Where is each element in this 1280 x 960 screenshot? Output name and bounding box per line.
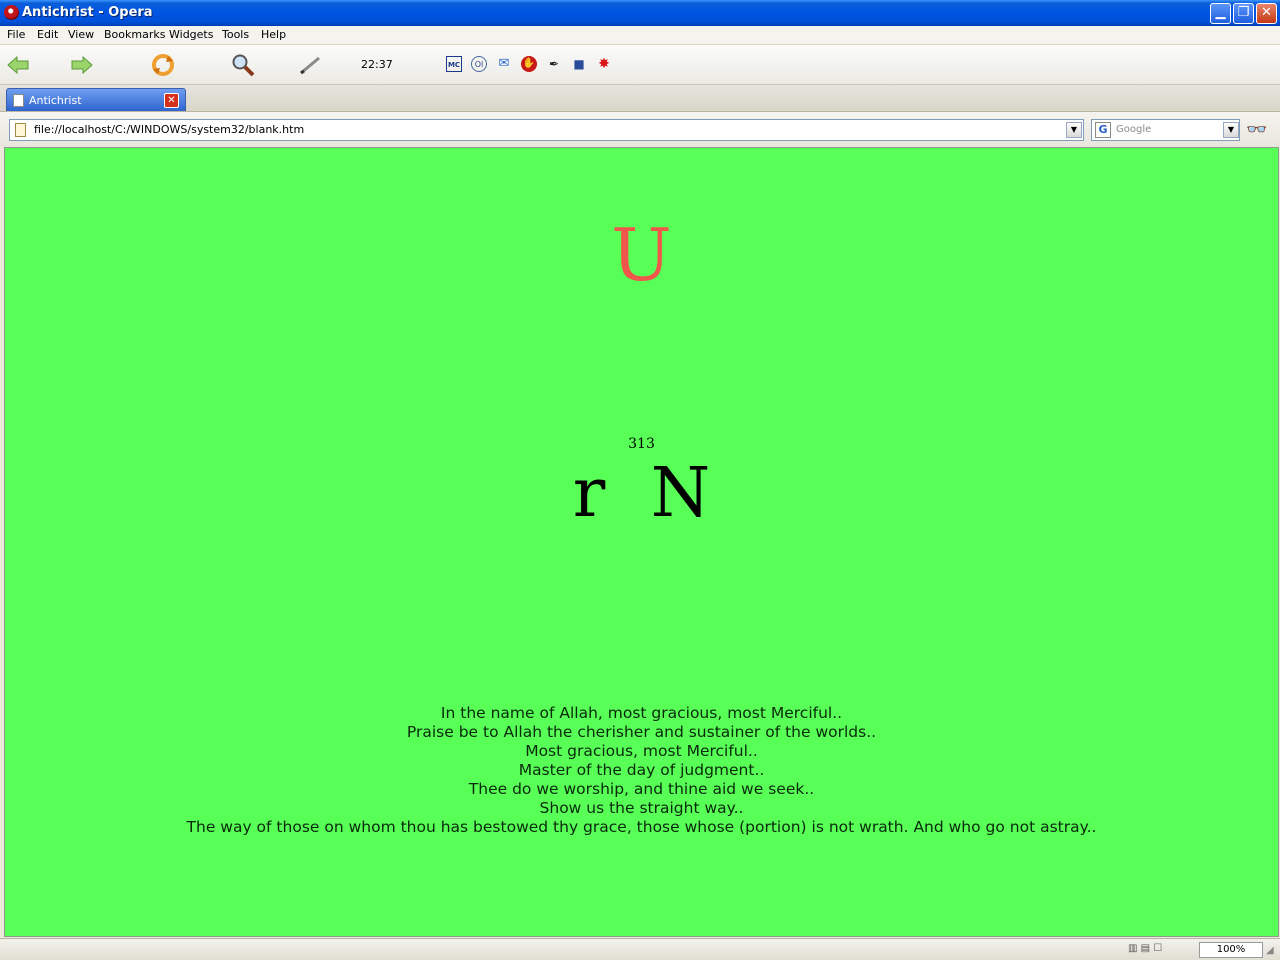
clock: 22:37 [361, 58, 393, 71]
tab-bar: Antichrist ✕ [0, 85, 1280, 112]
verse-line: The way of those on whom thou has bestow… [186, 818, 1097, 836]
back-arrow-icon[interactable] [6, 53, 30, 77]
mc-icon[interactable]: MC [446, 56, 462, 72]
number-label: 313 [628, 436, 655, 452]
page-icon [13, 94, 24, 107]
pen-icon[interactable] [298, 53, 322, 77]
verse-text: In the name of Allah, most gracious, mos… [5, 704, 1278, 837]
big-letter: U [611, 213, 672, 297]
restore-button[interactable]: ❐ [1233, 3, 1254, 24]
magnifier-icon[interactable] [231, 53, 255, 77]
menu-help[interactable]: Help [261, 28, 286, 41]
stop-hand-icon[interactable]: ✋ [521, 56, 537, 72]
minimize-button[interactable]: ▁ [1210, 3, 1231, 24]
verse-line: Master of the day of judgment.. [518, 761, 765, 779]
menu-bookmarks[interactable]: Bookmarks [104, 28, 165, 41]
menu-tools[interactable]: Tools [222, 28, 249, 41]
search-placeholder: Google [1116, 124, 1152, 135]
address-bar: file://localhost/C:/WINDOWS/system32/bla… [0, 112, 1280, 147]
tab-label: Antichrist [29, 94, 82, 107]
opera-logo-icon [4, 5, 19, 20]
verse-line: Praise be to Allah the cherisher and sus… [406, 723, 877, 741]
glasses-icon[interactable]: 👓 [1246, 121, 1267, 139]
url-dropdown-button[interactable]: ▼ [1066, 122, 1082, 138]
menu-edit[interactable]: Edit [37, 28, 58, 41]
ol-icon[interactable]: Ol [471, 56, 487, 72]
search-dropdown-button[interactable]: ▼ [1223, 122, 1239, 138]
close-window-button[interactable]: ✕ [1256, 3, 1277, 24]
url-input[interactable]: file://localhost/C:/WINDOWS/system32/bla… [9, 119, 1084, 141]
search-input[interactable]: G Google ▼ [1091, 119, 1240, 141]
url-text: file://localhost/C:/WINDOWS/system32/bla… [34, 123, 305, 136]
letters-rn: r N [572, 454, 711, 533]
page-icon [15, 123, 26, 137]
forward-arrow-icon[interactable] [70, 53, 94, 77]
flower-icon[interactable]: ✸ [596, 56, 612, 72]
screen-icon[interactable]: ■ [571, 56, 587, 72]
page-content: U 313 r N In the name of Allah, most gra… [4, 147, 1279, 937]
tab-close-button[interactable]: ✕ [164, 93, 179, 108]
window-title: Antichrist - Opera [22, 5, 153, 20]
status-bar: ▥ ▤ ☐ 100% ◢ [0, 938, 1280, 960]
menu-widgets[interactable]: Widgets [169, 28, 213, 41]
menu-bar: File Edit View Bookmarks Widgets Tools H… [0, 26, 1280, 45]
main-toolbar: 22:37 MC Ol ✉ ✋ ✒ ■ ✸ [0, 45, 1280, 85]
verse-line: Show us the straight way.. [539, 799, 744, 817]
google-icon[interactable]: G [1095, 122, 1111, 138]
tab-antichrist[interactable]: Antichrist ✕ [6, 88, 186, 111]
mail-icon[interactable]: ✉ [496, 56, 512, 72]
verse-line: Most gracious, most Merciful.. [525, 742, 758, 760]
verse-line: Thee do we worship, and thine aid we see… [468, 780, 815, 798]
verse-line: In the name of Allah, most gracious, mos… [440, 704, 843, 722]
menu-file[interactable]: File [7, 28, 25, 41]
zoom-level[interactable]: 100% [1199, 942, 1263, 958]
reload-icon[interactable] [151, 53, 175, 77]
title-bar: Antichrist - Opera ▁ ❐ ✕ [0, 0, 1280, 26]
resize-grip-icon[interactable]: ◢ [1266, 945, 1278, 957]
pen-nib-icon[interactable]: ✒ [546, 56, 562, 72]
status-icons[interactable]: ▥ ▤ ☐ [1128, 943, 1162, 954]
menu-view[interactable]: View [68, 28, 94, 41]
